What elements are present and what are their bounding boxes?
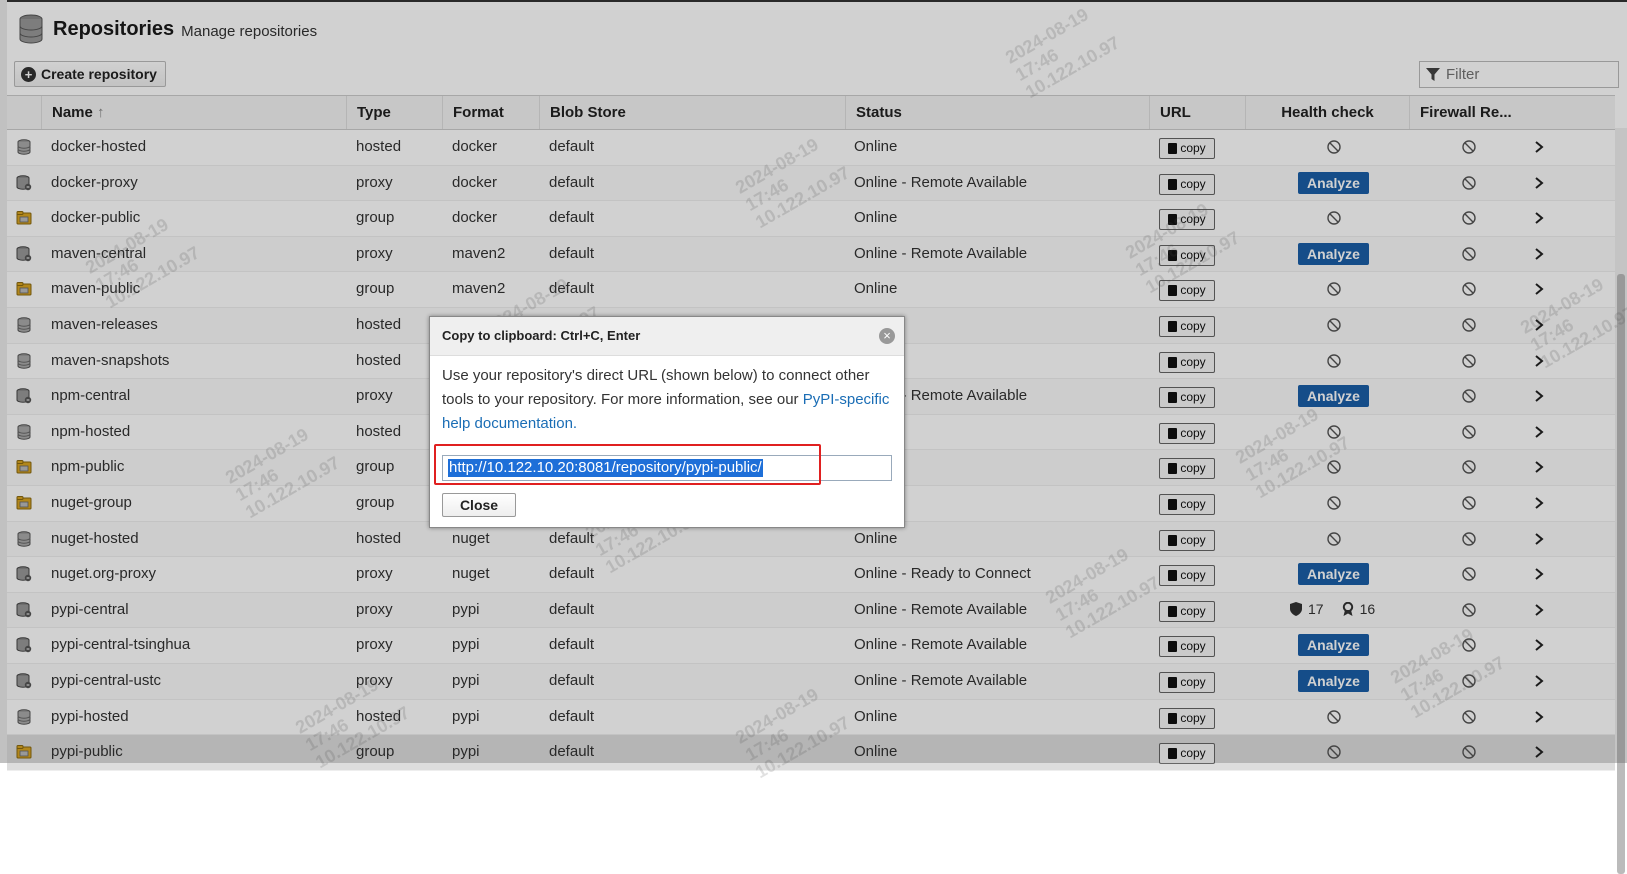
copy-url-dialog: Copy to clipboard: Ctrl+C, Enter × Use y… (429, 316, 905, 528)
dialog-message: Use your repository's direct URL (shown … (442, 364, 892, 436)
close-button[interactable]: Close (442, 493, 516, 517)
close-icon[interactable]: × (879, 328, 895, 344)
repositories-page: Repositories Manage repositories + Creat… (0, 0, 1627, 874)
dialog-header: Copy to clipboard: Ctrl+C, Enter × (430, 317, 904, 356)
highlight-annotation-box (434, 444, 821, 485)
dialog-title: Copy to clipboard: Ctrl+C, Enter (442, 328, 641, 343)
